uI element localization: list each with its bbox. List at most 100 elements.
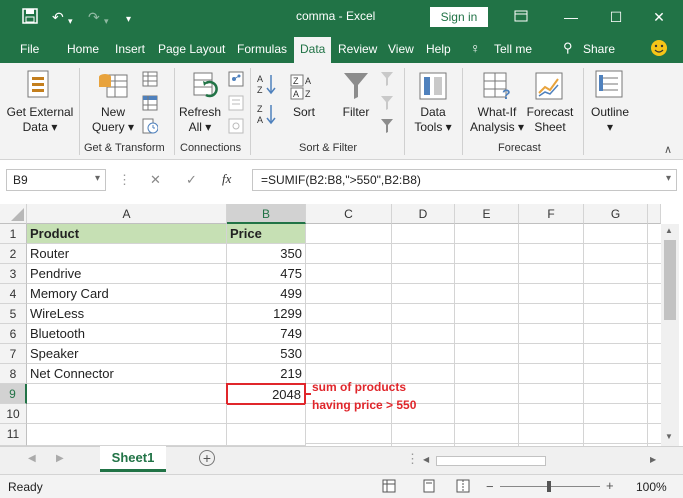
sort-button[interactable]: Sort (286, 105, 322, 120)
row-header[interactable]: 11 (0, 424, 27, 446)
clear-filter-icon[interactable] (380, 71, 396, 90)
sheet-tab-sheet1[interactable]: Sheet1 (100, 446, 166, 472)
prev-sheet-icon[interactable]: ◀ (28, 453, 36, 464)
cell-a10[interactable] (27, 404, 227, 424)
sort-za-icon[interactable]: ZA (256, 103, 278, 128)
horizontal-scroll-thumb[interactable] (436, 456, 546, 466)
row-header[interactable]: 5 (0, 304, 27, 324)
tab-review[interactable]: Review (338, 42, 377, 56)
normal-view-icon[interactable] (382, 479, 396, 496)
scroll-right-icon[interactable]: ▶ (650, 455, 656, 464)
name-box-dropdown-icon[interactable]: ▾ (95, 173, 100, 184)
cell-a5[interactable]: WireLess (27, 304, 227, 324)
redo-icon[interactable]: ↷ (88, 8, 100, 26)
minimize-icon[interactable]: — (560, 6, 582, 28)
column-header-c[interactable]: C (306, 204, 392, 224)
lightbulb-icon[interactable]: ♀ (470, 40, 481, 56)
cell-b2[interactable]: 350 (227, 244, 306, 264)
maximize-icon[interactable]: ☐ (605, 6, 627, 28)
insert-function-icon[interactable]: fx (222, 171, 231, 187)
sign-in-button[interactable]: Sign in (430, 7, 488, 27)
add-sheet-icon[interactable]: + (199, 450, 215, 466)
page-layout-view-icon[interactable] (422, 479, 436, 496)
smiley-icon[interactable] (650, 39, 668, 60)
share-person-icon[interactable]: ⚲ (563, 40, 573, 56)
customize-toolbar-icon[interactable]: ▾ (126, 11, 131, 29)
outline-button[interactable]: Outline ▾ (588, 105, 632, 135)
column-header-h[interactable] (648, 204, 661, 224)
tab-split-handle-icon[interactable]: ⋮ (406, 451, 419, 467)
what-if-analysis-button[interactable]: What-If Analysis ▾ (468, 105, 526, 135)
row-header[interactable]: 8 (0, 364, 27, 384)
connections-icon[interactable] (228, 71, 244, 90)
column-header-g[interactable]: G (584, 204, 648, 224)
column-header-d[interactable]: D (392, 204, 455, 224)
row-header[interactable]: 6 (0, 324, 27, 344)
cell-b7[interactable]: 530 (227, 344, 306, 364)
column-header-f[interactable]: F (519, 204, 584, 224)
undo-dropdown-icon[interactable]: ▾ (68, 12, 73, 30)
row-header[interactable]: 10 (0, 404, 27, 424)
cell-b8[interactable]: 219 (227, 364, 306, 384)
cell-a1[interactable]: Product (27, 224, 227, 244)
tab-formulas[interactable]: Formulas (237, 42, 287, 56)
advanced-filter-icon[interactable] (380, 118, 396, 137)
row-header[interactable]: 7 (0, 344, 27, 364)
cell-a11[interactable] (27, 424, 227, 446)
column-header-b[interactable]: B (227, 204, 306, 224)
horizontal-scrollbar[interactable]: ◀ ▶ (420, 453, 663, 469)
cell-a8[interactable]: Net Connector (27, 364, 227, 384)
select-all-corner[interactable] (0, 204, 27, 224)
cell-b3[interactable]: 475 (227, 264, 306, 284)
cell-a3[interactable]: Pendrive (27, 264, 227, 284)
zoom-slider-thumb[interactable] (547, 481, 551, 492)
cell-b10[interactable] (227, 404, 306, 424)
zoom-out-icon[interactable]: − (486, 479, 494, 494)
data-tools-button[interactable]: Data Tools ▾ (410, 105, 456, 135)
tab-view[interactable]: View (388, 42, 414, 56)
name-box[interactable]: B9 ▾ (6, 169, 106, 191)
expand-formula-icon[interactable]: ▾ (666, 173, 671, 184)
row-header[interactable]: 9 (0, 384, 27, 404)
row-header[interactable]: 4 (0, 284, 27, 304)
reapply-icon[interactable] (380, 95, 396, 114)
redo-dropdown-icon[interactable]: ▾ (104, 12, 109, 30)
scroll-left-icon[interactable]: ◀ (423, 455, 429, 464)
tab-insert[interactable]: Insert (115, 42, 145, 56)
from-table-icon[interactable] (142, 95, 158, 114)
row-header[interactable]: 2 (0, 244, 27, 264)
scroll-up-icon[interactable]: ▲ (665, 226, 673, 235)
next-sheet-icon[interactable]: ▶ (56, 453, 64, 464)
column-header-a[interactable]: A (27, 204, 227, 224)
undo-icon[interactable]: ↶ (52, 8, 64, 26)
formula-input[interactable]: =SUMIF(B2:B8,">550",B2:B8) ▾ (252, 169, 677, 191)
tell-me-label[interactable]: Tell me (494, 42, 532, 56)
cell-b9-selected[interactable]: 2048 (226, 383, 306, 405)
enter-icon[interactable]: ✓ (186, 172, 197, 188)
cell-a6[interactable]: Bluetooth (27, 324, 227, 344)
forecast-sheet-button[interactable]: Forecast Sheet (524, 105, 576, 135)
new-query-button[interactable]: New Query ▾ (88, 105, 138, 135)
recent-sources-icon[interactable] (142, 118, 159, 137)
show-queries-icon[interactable] (142, 71, 158, 90)
sort-az-icon[interactable]: AZ (256, 73, 278, 98)
row-header[interactable]: 1 (0, 224, 27, 244)
properties-icon[interactable] (228, 95, 244, 114)
cancel-icon[interactable]: ✕ (150, 172, 161, 188)
scroll-down-icon[interactable]: ▼ (665, 432, 673, 441)
zoom-level[interactable]: 100% (636, 480, 667, 494)
collapse-ribbon-icon[interactable]: ∧ (664, 143, 672, 156)
cell-b5[interactable]: 1299 (227, 304, 306, 324)
filter-button[interactable]: Filter (336, 105, 376, 120)
save-icon[interactable] (22, 8, 38, 28)
cell-b6[interactable]: 749 (227, 324, 306, 344)
cell-b1[interactable]: Price (227, 224, 306, 244)
get-external-data-button[interactable]: Get External Data ▾ (6, 105, 74, 135)
row-header[interactable]: 3 (0, 264, 27, 284)
cell-a7[interactable]: Speaker (27, 344, 227, 364)
vertical-scrollbar[interactable]: ▲ ▼ (661, 224, 679, 446)
cell-b4[interactable]: 499 (227, 284, 306, 304)
tab-page-layout[interactable]: Page Layout (158, 42, 225, 56)
edit-links-icon[interactable] (228, 118, 244, 137)
share-button[interactable]: Share (583, 42, 615, 56)
